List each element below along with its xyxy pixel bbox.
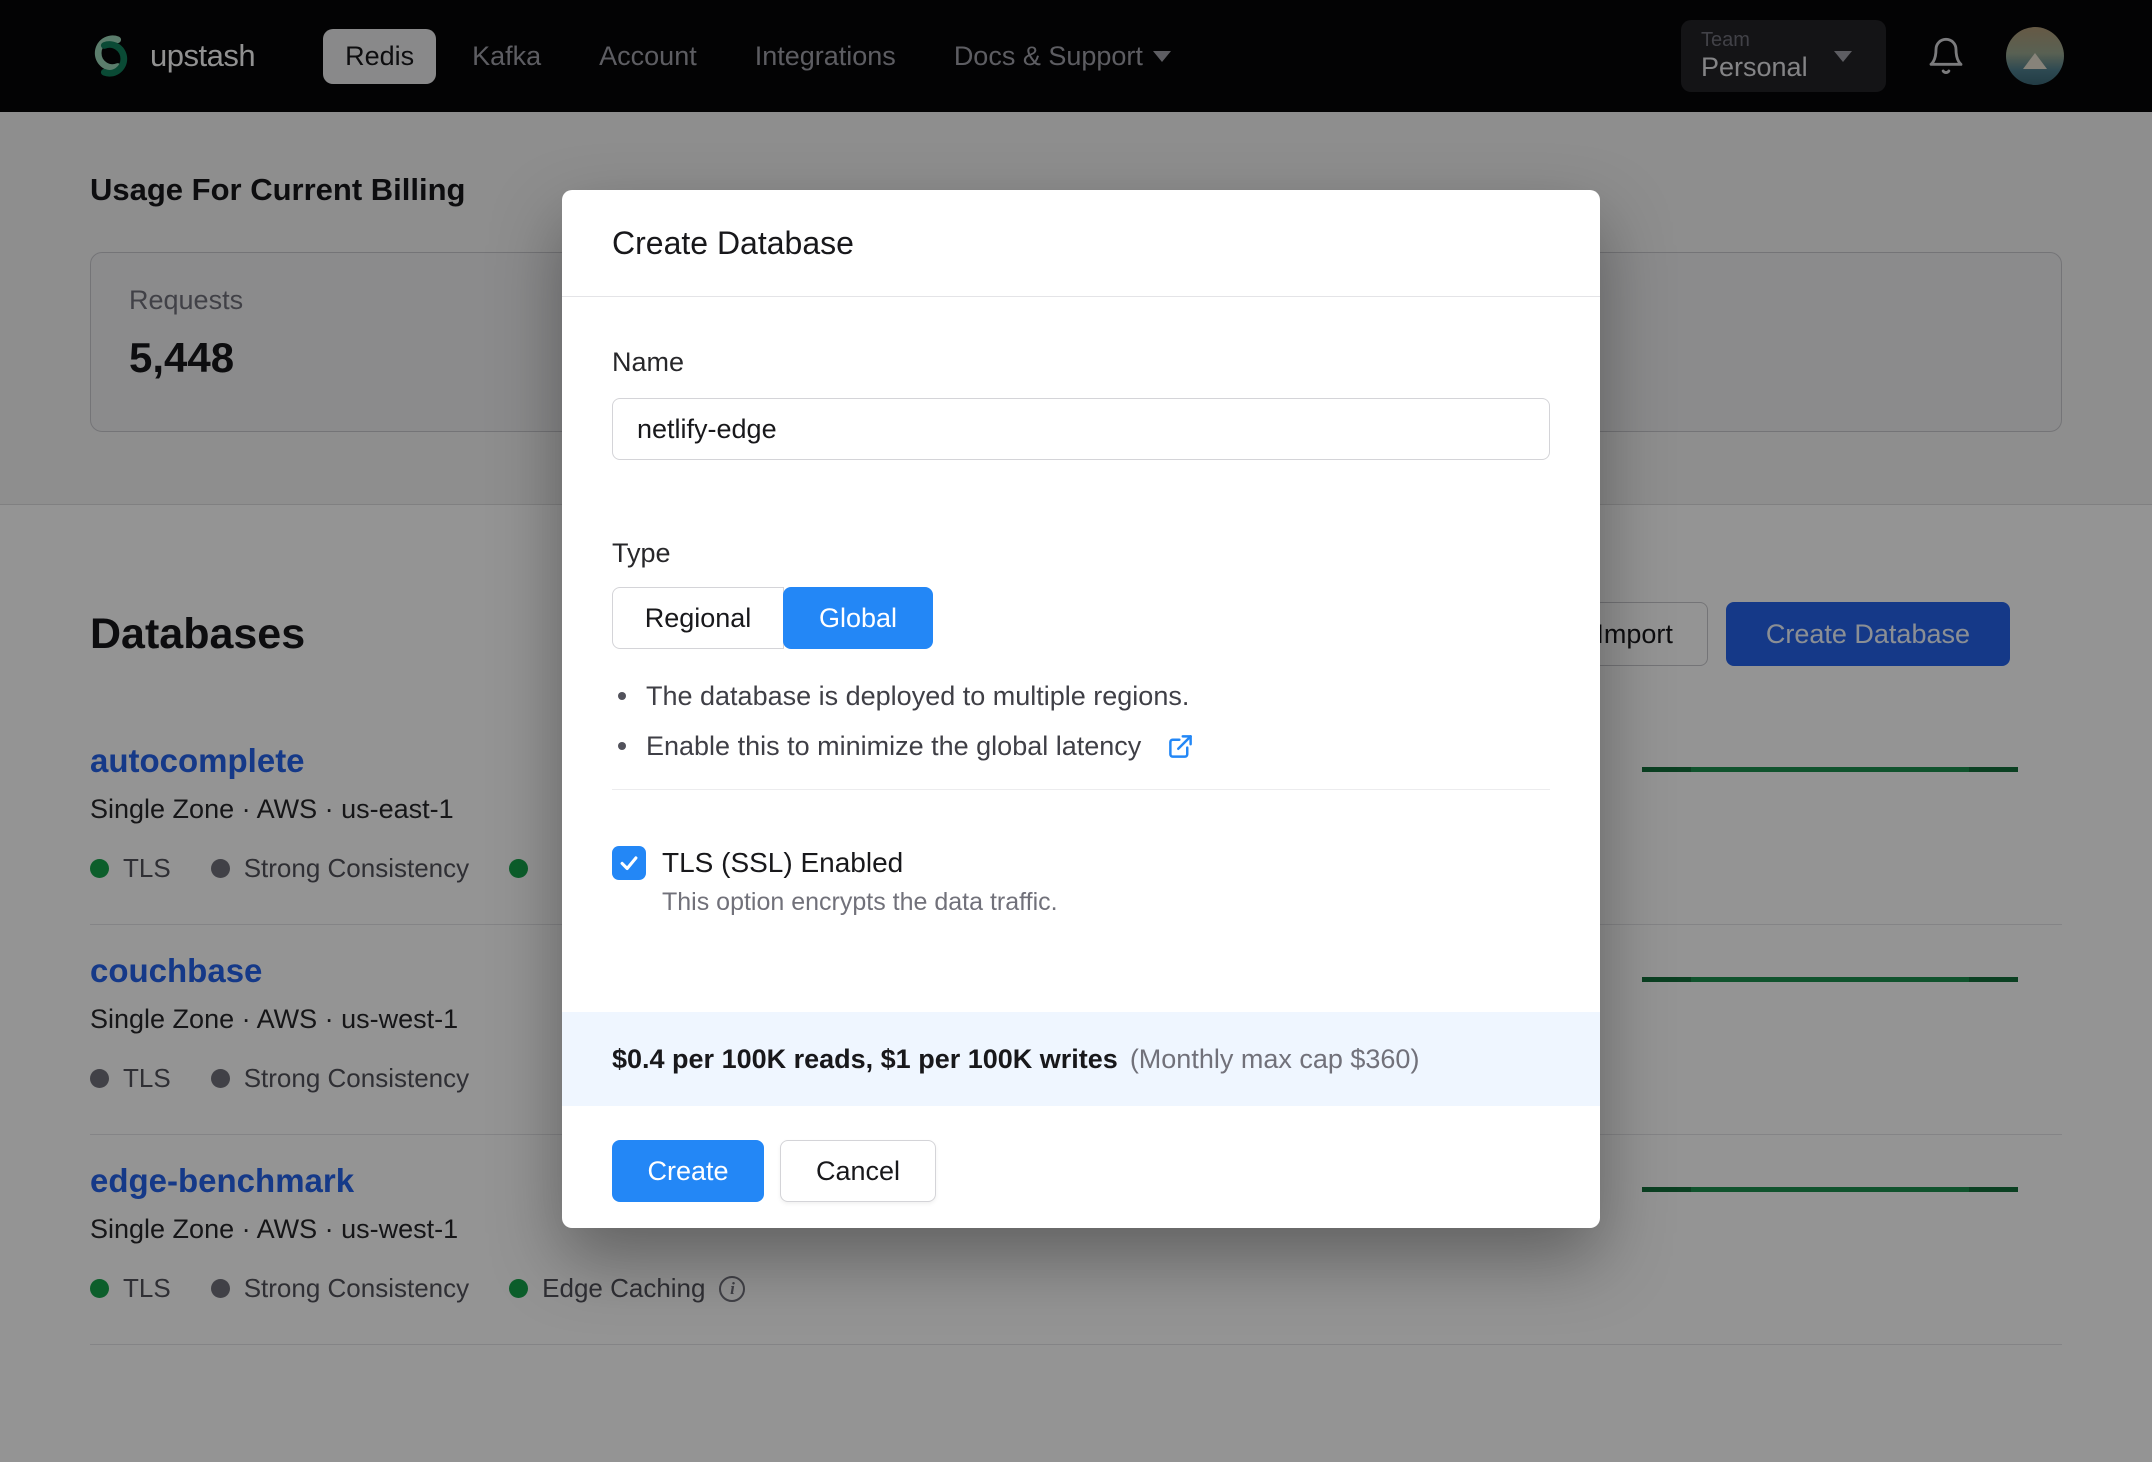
bullet-item: The database is deployed to multiple reg… bbox=[612, 679, 1550, 713]
create-database-modal: Create Database Name Type RegionalGlobal… bbox=[562, 190, 1600, 1228]
modal-divider bbox=[612, 789, 1550, 790]
modal-title: Create Database bbox=[612, 224, 854, 261]
bullet-dot bbox=[618, 742, 626, 750]
tls-checkbox[interactable] bbox=[612, 846, 646, 880]
pricing-note: (Monthly max cap $360) bbox=[1129, 1043, 1420, 1074]
bullet-item: Enable this to minimize the global laten… bbox=[612, 729, 1550, 763]
pricing-main: $0.4 per 100K reads, $1 per 100K writes bbox=[612, 1043, 1118, 1074]
pricing-banner: $0.4 per 100K reads, $1 per 100K writes … bbox=[562, 1012, 1600, 1106]
tls-description: This option encrypts the data traffic. bbox=[662, 888, 1058, 916]
bullet-dot bbox=[618, 692, 626, 700]
type-label: Type bbox=[612, 538, 671, 568]
type-segmented-control: Regional Global bbox=[612, 587, 1550, 649]
name-label: Name bbox=[612, 347, 685, 377]
external-link-icon[interactable] bbox=[1167, 733, 1194, 760]
cancel-button[interactable]: Cancel bbox=[780, 1140, 936, 1202]
type-option-global[interactable]: Global bbox=[783, 587, 933, 649]
type-description-bullets: The database is deployed to multiple reg… bbox=[612, 679, 1550, 763]
create-button[interactable]: Create bbox=[612, 1140, 764, 1202]
tls-label: TLS (SSL) Enabled bbox=[662, 847, 904, 878]
name-input[interactable] bbox=[612, 398, 1550, 460]
type-option-regional[interactable]: Regional bbox=[612, 587, 784, 649]
